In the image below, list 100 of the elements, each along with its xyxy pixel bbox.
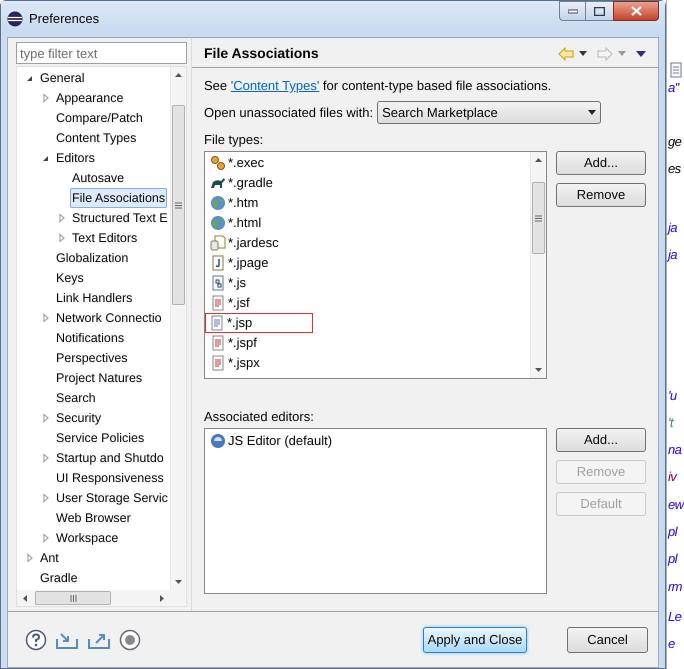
tree-item[interactable]: Keys bbox=[54, 268, 86, 288]
tree-item[interactable]: Network Connectio bbox=[54, 308, 164, 328]
code-fragment: iv bbox=[668, 468, 676, 486]
file-type-item[interactable]: *.gradle bbox=[209, 173, 274, 193]
back-arrow-icon[interactable] bbox=[558, 46, 574, 60]
tree-item[interactable]: Ant bbox=[38, 548, 61, 568]
dialog-button[interactable]: Cancel bbox=[567, 626, 648, 652]
tree-item[interactable]: Workspace bbox=[54, 528, 120, 548]
dialog-button[interactable]: Remove bbox=[556, 183, 646, 207]
grip-icon bbox=[175, 202, 182, 208]
globe-icon bbox=[210, 195, 226, 211]
horizontal-scrollbar[interactable] bbox=[17, 590, 186, 606]
file-type-item[interactable]: *.jspx bbox=[209, 353, 261, 373]
tree-item[interactable]: Service Policies bbox=[54, 428, 146, 448]
file-type-item[interactable]: *.jsp bbox=[205, 313, 313, 333]
close-icon bbox=[630, 6, 642, 16]
globe-icon bbox=[210, 215, 226, 231]
tree-item[interactable]: Globalization bbox=[54, 248, 130, 268]
code-fragment: 'u bbox=[668, 387, 676, 405]
code-fragment: ew bbox=[668, 496, 684, 514]
tree-item[interactable]: Text Editors bbox=[70, 228, 140, 248]
dialog-button[interactable]: Apply and Close bbox=[423, 626, 527, 652]
section-label: Associated editors: bbox=[204, 409, 315, 425]
java-page-icon bbox=[210, 255, 226, 271]
scroll-thumb[interactable] bbox=[172, 105, 185, 305]
file-type-item[interactable]: *.exec bbox=[209, 153, 266, 173]
editor-dropdown[interactable]: Search Marketplace bbox=[377, 101, 602, 124]
scroll-thumb[interactable] bbox=[35, 591, 111, 605]
vertical-scrollbar[interactable] bbox=[530, 152, 546, 378]
code-fragment: ge bbox=[668, 133, 682, 151]
maximize-button[interactable] bbox=[586, 1, 613, 21]
tree-item[interactable]: Gradle bbox=[38, 568, 80, 588]
file-type-item[interactable]: *.jpage bbox=[209, 253, 270, 273]
tree-item[interactable]: Link Handlers bbox=[54, 288, 134, 308]
maximize-icon bbox=[594, 6, 605, 16]
tree-item[interactable]: Perspectives bbox=[54, 348, 130, 368]
document-icon bbox=[210, 355, 226, 371]
grip-icon bbox=[70, 594, 76, 602]
tree-item[interactable]: Content Types bbox=[54, 128, 138, 148]
editor-icon bbox=[210, 432, 226, 448]
tree-item[interactable]: UI Responsiveness bbox=[54, 468, 166, 488]
code-fragment: es bbox=[668, 160, 680, 178]
code-fragment: ja bbox=[668, 246, 677, 264]
document-icon bbox=[209, 315, 225, 331]
dialog-button[interactable]: Add... bbox=[556, 151, 646, 175]
code-fragment: a" bbox=[668, 79, 679, 97]
vertical-scrollbar[interactable] bbox=[170, 67, 186, 590]
field-label: Open unassociated files with: bbox=[204, 104, 374, 122]
section-label: File types: bbox=[204, 132, 264, 148]
script-file-icon bbox=[210, 275, 226, 291]
code-fragment: Le bbox=[668, 608, 682, 626]
tree-item[interactable]: Autosave bbox=[70, 168, 126, 188]
close-button[interactable] bbox=[613, 1, 659, 21]
tree-item[interactable]: Compare/Patch bbox=[54, 108, 145, 128]
tree-item[interactable]: Appearance bbox=[54, 88, 126, 108]
tree-item[interactable]: Project Natures bbox=[54, 368, 144, 388]
code-fragment: rm bbox=[668, 578, 682, 596]
record-icon[interactable] bbox=[119, 628, 141, 650]
tree-item[interactable]: Structured Text E bbox=[70, 208, 170, 228]
tree-item[interactable]: Search bbox=[54, 388, 98, 408]
file-type-item[interactable]: *.htm bbox=[209, 193, 260, 213]
code-fragment: na bbox=[668, 441, 682, 459]
file-type-item[interactable]: *.jardesc bbox=[209, 233, 280, 253]
tree-item[interactable]: General bbox=[38, 68, 86, 88]
grip-icon bbox=[535, 214, 542, 222]
document-icon bbox=[210, 295, 226, 311]
dropdown-caret-icon bbox=[588, 110, 596, 115]
intro-text: See 'Content Types' for content-type based file associations. bbox=[204, 77, 552, 95]
minimize-icon bbox=[568, 8, 578, 14]
window-title: Preferences bbox=[29, 10, 100, 28]
page-title: File Associations bbox=[204, 44, 319, 63]
content-types-link[interactable]: 'Content Types' bbox=[230, 78, 320, 93]
code-fragment: e bbox=[668, 635, 675, 653]
view-menu-icon[interactable] bbox=[636, 50, 646, 56]
tree-item[interactable]: Web Browser bbox=[54, 508, 133, 528]
code-fragment: pl bbox=[668, 550, 677, 568]
tree-item[interactable]: File Associations bbox=[70, 188, 168, 208]
code-fragment: 't bbox=[668, 414, 673, 432]
dropdown-caret-icon[interactable] bbox=[579, 51, 587, 56]
tree-item[interactable]: Startup and Shutdo bbox=[54, 448, 166, 468]
help-icon[interactable] bbox=[25, 628, 47, 650]
file-type-item[interactable]: *.jsf bbox=[209, 293, 251, 313]
tree-item[interactable]: User Storage Servic bbox=[54, 488, 170, 508]
file-type-item[interactable]: *.html bbox=[209, 213, 262, 233]
editor-item[interactable]: JS Editor (default) bbox=[210, 431, 332, 450]
gears-icon bbox=[210, 155, 226, 171]
code-fragment: ja bbox=[668, 219, 677, 237]
tree-item[interactable]: Editors bbox=[54, 148, 97, 168]
tree-item[interactable]: Notifications bbox=[54, 328, 126, 348]
minimize-button[interactable] bbox=[559, 1, 586, 21]
code-fragment: pl bbox=[668, 523, 677, 541]
file-type-item[interactable]: *.jspf bbox=[209, 333, 258, 353]
file-type-item[interactable]: *.js bbox=[209, 273, 248, 293]
tree-item[interactable]: Security bbox=[54, 408, 104, 428]
jar-file-icon bbox=[210, 235, 226, 251]
filter-field[interactable]: type filter text bbox=[16, 42, 187, 64]
scroll-thumb[interactable] bbox=[532, 182, 545, 254]
document-icon bbox=[210, 335, 226, 351]
forward-arrow-icon[interactable] bbox=[597, 46, 613, 60]
dialog-button[interactable]: Add... bbox=[556, 428, 646, 452]
